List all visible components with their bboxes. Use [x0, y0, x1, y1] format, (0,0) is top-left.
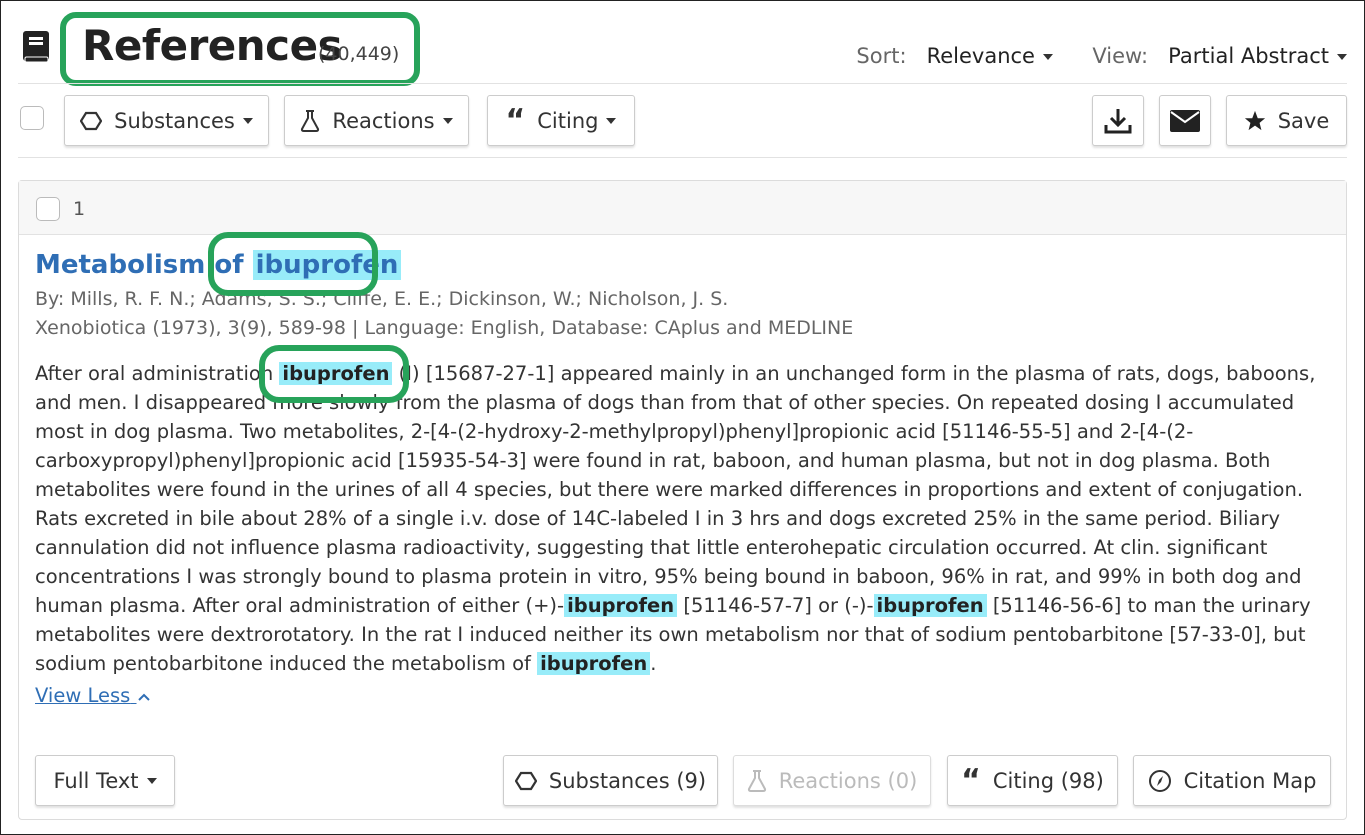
result-citing-button[interactable]: “ Citing (98): [947, 755, 1118, 806]
view-less-link[interactable]: View Less: [35, 684, 151, 707]
citation-map-button[interactable]: Citation Map: [1133, 755, 1331, 806]
result-checkbox[interactable]: [36, 197, 60, 221]
annotation-ring-abstract-term: [259, 345, 409, 403]
divider: [18, 83, 1347, 84]
search-term-highlight: ibuprofen: [873, 594, 987, 617]
reference-abstract: After oral administration ibuprofen (I) …: [35, 362, 1316, 675]
full-text-button[interactable]: Full Text: [35, 755, 175, 806]
reactions-button[interactable]: Reactions: [284, 95, 469, 146]
save-button[interactable]: Save: [1226, 95, 1347, 146]
book-icon: [23, 31, 49, 63]
chevron-down-icon: [1337, 54, 1347, 60]
download-button[interactable]: [1092, 95, 1144, 146]
star-icon: [1244, 110, 1266, 132]
view-label: View:: [1092, 44, 1149, 68]
chevron-up-icon: [137, 693, 150, 701]
result-count: (40,449): [318, 43, 400, 65]
flask-icon: [300, 109, 320, 132]
email-button[interactable]: [1159, 95, 1211, 146]
hexagon-icon: [80, 111, 103, 131]
result-number: 1: [73, 198, 86, 220]
annotation-ring-title-term: [208, 232, 378, 296]
flask-icon: [747, 769, 767, 792]
page-title: References: [82, 21, 343, 70]
download-icon: [1104, 108, 1132, 133]
reference-authors: By: Mills, R. F. N.; Adams, S. S.; Cliff…: [35, 288, 729, 310]
result-card-header: 1: [19, 181, 1346, 235]
substances-button[interactable]: Substances: [64, 95, 269, 146]
envelope-icon: [1170, 109, 1200, 132]
select-all-checkbox[interactable]: [20, 106, 44, 130]
result-substances-button[interactable]: Substances (9): [503, 755, 718, 806]
view-dropdown[interactable]: Partial Abstract: [1155, 44, 1347, 68]
sort-label: Sort:: [856, 44, 907, 68]
sort-view-bar: Sort: Relevance View: Partial Abstract: [856, 44, 1347, 68]
chevron-down-icon: [1042, 54, 1053, 60]
compass-icon: [1148, 769, 1172, 793]
reference-source: Xenobiotica (1973), 3(9), 589-98 | Langu…: [35, 317, 854, 339]
citing-button[interactable]: “ Citing: [487, 95, 635, 146]
quote-icon: “: [961, 762, 981, 798]
divider: [18, 157, 1347, 158]
search-term-highlight: ibuprofen: [564, 594, 678, 617]
hexagon-icon: [514, 771, 537, 791]
search-term-highlight: ibuprofen: [537, 652, 651, 675]
sort-dropdown[interactable]: Relevance: [913, 44, 1053, 68]
result-reactions-button: Reactions (0): [733, 755, 931, 806]
quote-icon: “: [505, 102, 526, 138]
